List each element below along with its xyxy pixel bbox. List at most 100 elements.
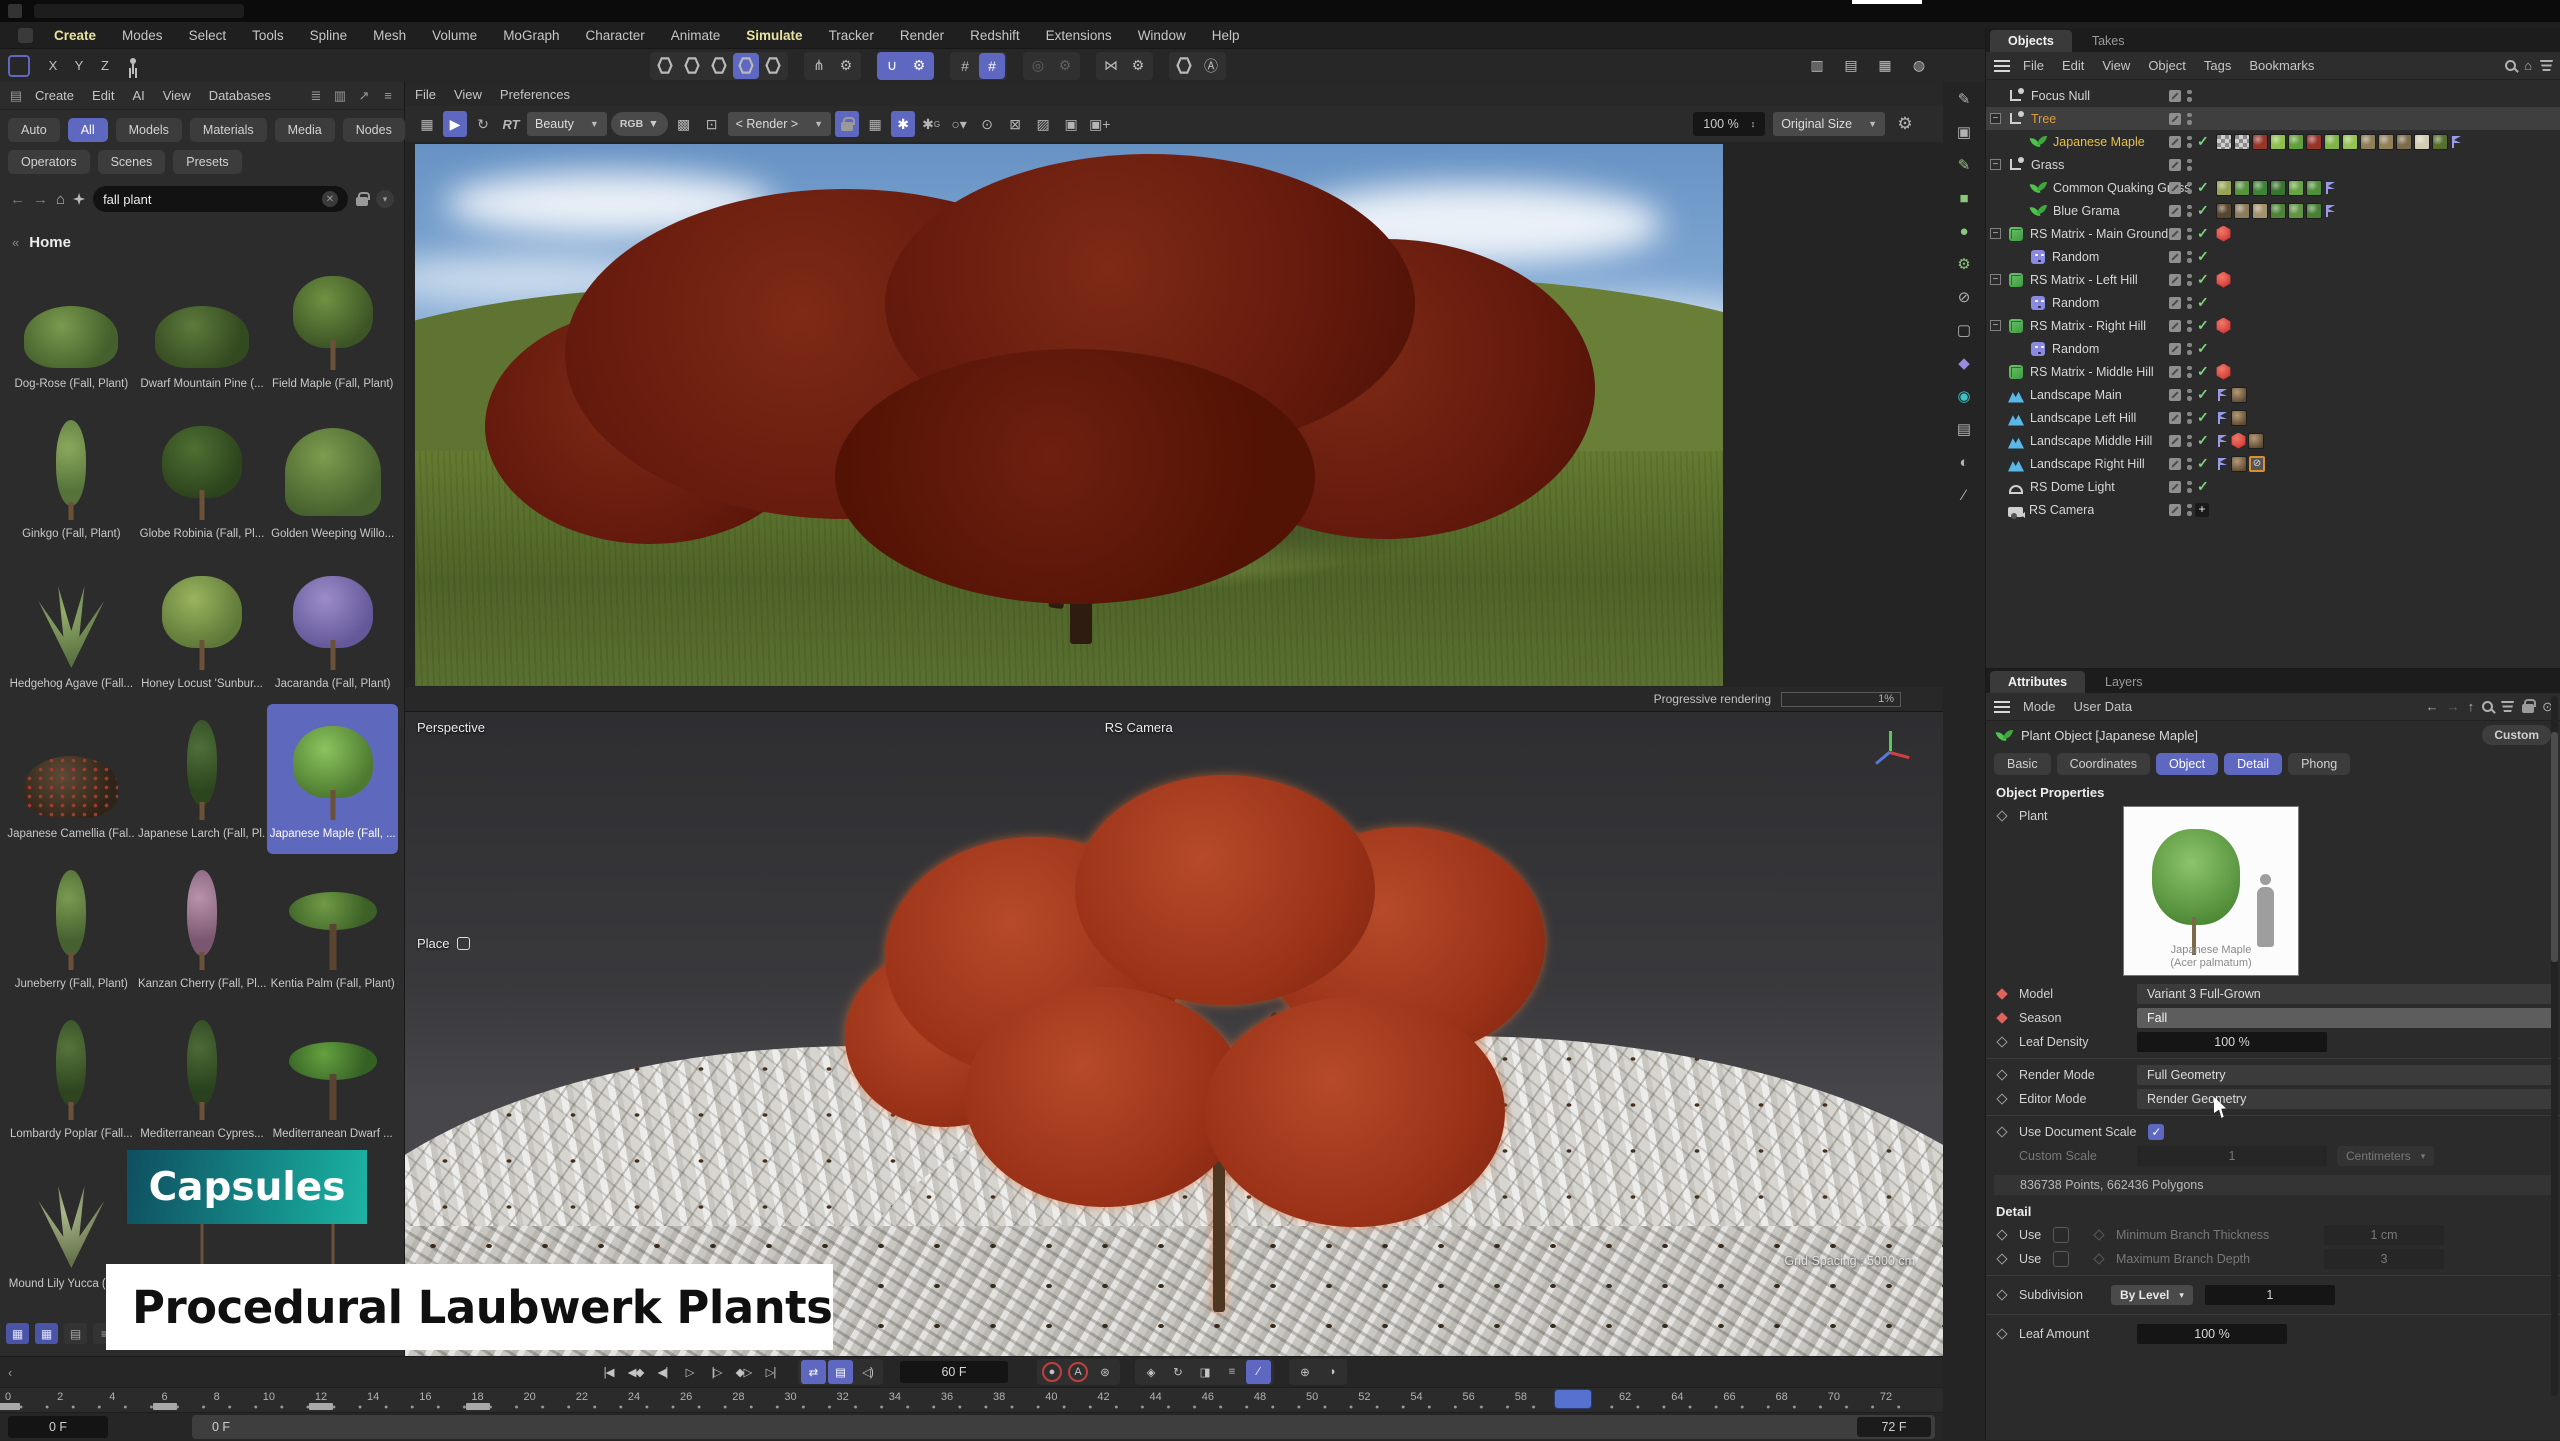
quantize-lock-icon[interactable]: # (979, 53, 1005, 79)
knife-icon[interactable]: ∕ (1950, 482, 1978, 508)
material-chip[interactable] (2324, 134, 2340, 150)
axis-lock-z[interactable]: Z (92, 53, 118, 79)
layer-chip-icon[interactable] (2169, 481, 2181, 493)
asset-item-kanzan-cherry[interactable]: Kanzan Cherry (Fall, Pl... (137, 854, 268, 1004)
attr-menu-user-data[interactable]: User Data (2065, 699, 2142, 714)
sidebar-toggle-icon[interactable]: ▤ (6, 87, 26, 105)
property-bullet[interactable] (1996, 810, 2007, 821)
menu-render[interactable]: Render (887, 28, 957, 43)
filter-tab-media[interactable]: Media (275, 118, 335, 142)
property-bullet[interactable] (1996, 1328, 2007, 1339)
magnet-settings-icon[interactable]: ⚙ (906, 53, 932, 79)
layer-chip-icon[interactable] (2169, 274, 2181, 286)
record-button[interactable]: ● (1042, 1362, 1062, 1382)
clear-search-icon[interactable]: ✕ (322, 191, 338, 207)
visibility-dots[interactable] (2187, 136, 2192, 148)
focus-tag-icon[interactable]: + (2195, 503, 2209, 517)
rs-tag-icon[interactable] (2216, 318, 2231, 334)
thumbnail-small-icon[interactable]: ▦ (6, 1323, 29, 1344)
layout-icon[interactable]: ▥ (1804, 53, 1830, 79)
om-menu-tags[interactable]: Tags (2195, 58, 2240, 73)
render-mode-dropdown[interactable]: Full Geometry (2137, 1065, 2555, 1085)
hamburger-icon[interactable]: ≡ (378, 87, 398, 105)
film-icon[interactable]: ▦ (415, 111, 439, 137)
asset-item-japanese-camellia[interactable]: Japanese Camellia (Fal... (6, 704, 137, 854)
expander-icon[interactable]: − (1990, 113, 2001, 124)
object-row-landscape-right-hill[interactable]: Landscape Right Hill✓⊘ (1986, 452, 2560, 475)
enabled-check-icon[interactable]: ✓ (2197, 179, 2209, 196)
enabled-check-icon[interactable]: ✓ (2197, 202, 2209, 219)
focus-icon[interactable]: ⊙ (975, 111, 999, 137)
material-chip[interactable] (2432, 134, 2448, 150)
layer-chip-icon[interactable] (2169, 366, 2181, 378)
leaf-amount-field[interactable]: 100 % (2137, 1324, 2287, 1344)
material-chip[interactable] (2252, 134, 2268, 150)
enabled-check-icon[interactable]: ✓ (2197, 294, 2209, 311)
channel-button[interactable]: RGB▼ (611, 112, 668, 136)
asset-menu-edit[interactable]: Edit (83, 88, 123, 103)
shading-mode-icon-2[interactable] (679, 53, 705, 79)
material-chip[interactable] (2396, 134, 2412, 150)
home-icon[interactable]: ⌂ (56, 191, 65, 208)
menu-extensions[interactable]: Extensions (1033, 28, 1125, 43)
menu-volume[interactable]: Volume (419, 28, 490, 43)
rt-toggle[interactable]: RT (499, 111, 523, 137)
snapshot-icon[interactable]: ✱ (891, 111, 915, 137)
ball-tag-icon[interactable] (2248, 433, 2264, 449)
season-dropdown[interactable]: Fall (2137, 1008, 2555, 1028)
search-icon[interactable] (2482, 701, 2493, 712)
visibility-dots[interactable] (2187, 205, 2192, 217)
layer-chip-icon[interactable] (2169, 458, 2181, 470)
sound-button[interactable]: ◁) (855, 1360, 880, 1384)
max-branch-field[interactable]: 3 (2324, 1249, 2444, 1269)
menu-tools[interactable]: Tools (239, 28, 297, 43)
layer-chip-icon[interactable] (2169, 228, 2181, 240)
object-row-rs-matrix-main-ground[interactable]: −RS Matrix - Main Ground✓ (1986, 222, 2560, 245)
collapse-icon[interactable]: « (12, 235, 19, 250)
rs-tag-icon[interactable] (2231, 433, 2246, 449)
menu-tracker[interactable]: Tracker (816, 28, 887, 43)
asset-item-juneberry[interactable]: Juneberry (Fall, Plant) (6, 854, 137, 1004)
asset-item-kentia-palm[interactable]: Kentia Palm (Fall, Plant) (267, 854, 398, 1004)
perspective-viewport[interactable]: Perspective RS Camera Place Grid Spacing… (405, 712, 1943, 1356)
ball-tag-icon[interactable] (2231, 456, 2247, 472)
disable-icon[interactable]: ⊘ (1950, 284, 1978, 310)
region-icon[interactable]: ⊠ (1003, 111, 1027, 137)
object-row-tree[interactable]: −Tree (1986, 107, 2560, 130)
flag-tag-icon[interactable] (2216, 411, 2229, 425)
om-menu-view[interactable]: View (2093, 58, 2139, 73)
record-pla-button[interactable]: ∕ (1246, 1360, 1271, 1384)
object-row-rs-matrix-left-hill[interactable]: −RS Matrix - Left Hill✓ (1986, 268, 2560, 291)
viewport-label[interactable]: Perspective (417, 720, 485, 735)
forward-icon[interactable]: → (33, 191, 48, 208)
object-row-grass[interactable]: −Grass (1986, 153, 2560, 176)
keyed-bullet[interactable] (1996, 988, 2007, 999)
filter-icon[interactable] (2540, 60, 2553, 71)
zoom-value-field[interactable]: 100 %↕ (1693, 112, 1765, 136)
layer-chip-icon[interactable] (2169, 435, 2181, 447)
section-tab-phong[interactable]: Phong (2288, 753, 2350, 775)
layer-chip-icon[interactable] (2169, 205, 2181, 217)
render-preset-dropdown[interactable]: < Render >▼ (728, 112, 831, 136)
asset-item-dwarf-mountain-pine[interactable]: Dwarf Mountain Pine (... (137, 254, 268, 404)
category-tab-operators[interactable]: Operators (8, 150, 90, 174)
grid-view-icon[interactable]: ▤ (64, 1323, 87, 1344)
menu-select[interactable]: Select (176, 28, 240, 43)
ram-preview-button[interactable]: ▤ (828, 1360, 853, 1384)
selected-maple-tree[interactable] (845, 767, 1605, 1312)
external-link-icon[interactable]: ↗ (354, 87, 374, 105)
visibility-dots[interactable] (2187, 274, 2192, 286)
object-row-random[interactable]: Random✓ (1986, 291, 2560, 314)
display-toggle-icon[interactable]: ◐ (1950, 449, 1978, 475)
keyframe-marker[interactable] (0, 1403, 20, 1410)
category-tab-scenes[interactable]: Scenes (98, 150, 166, 174)
asset-item-honey-locust-sunbur[interactable]: Honey Locust 'Sunbur... (137, 554, 268, 704)
hexagon-icon[interactable] (1171, 53, 1197, 79)
prev-key-button[interactable]: ◀◆ (623, 1360, 648, 1384)
layer-chip-icon[interactable] (2169, 113, 2181, 125)
favorites-icon[interactable] (73, 193, 85, 205)
goto-end-button[interactable]: ▷| (758, 1360, 783, 1384)
tab-layers[interactable]: Layers (2087, 671, 2161, 693)
pass-dropdown[interactable]: Beauty▼ (527, 112, 607, 136)
om-menu-bookmarks[interactable]: Bookmarks (2240, 58, 2323, 73)
